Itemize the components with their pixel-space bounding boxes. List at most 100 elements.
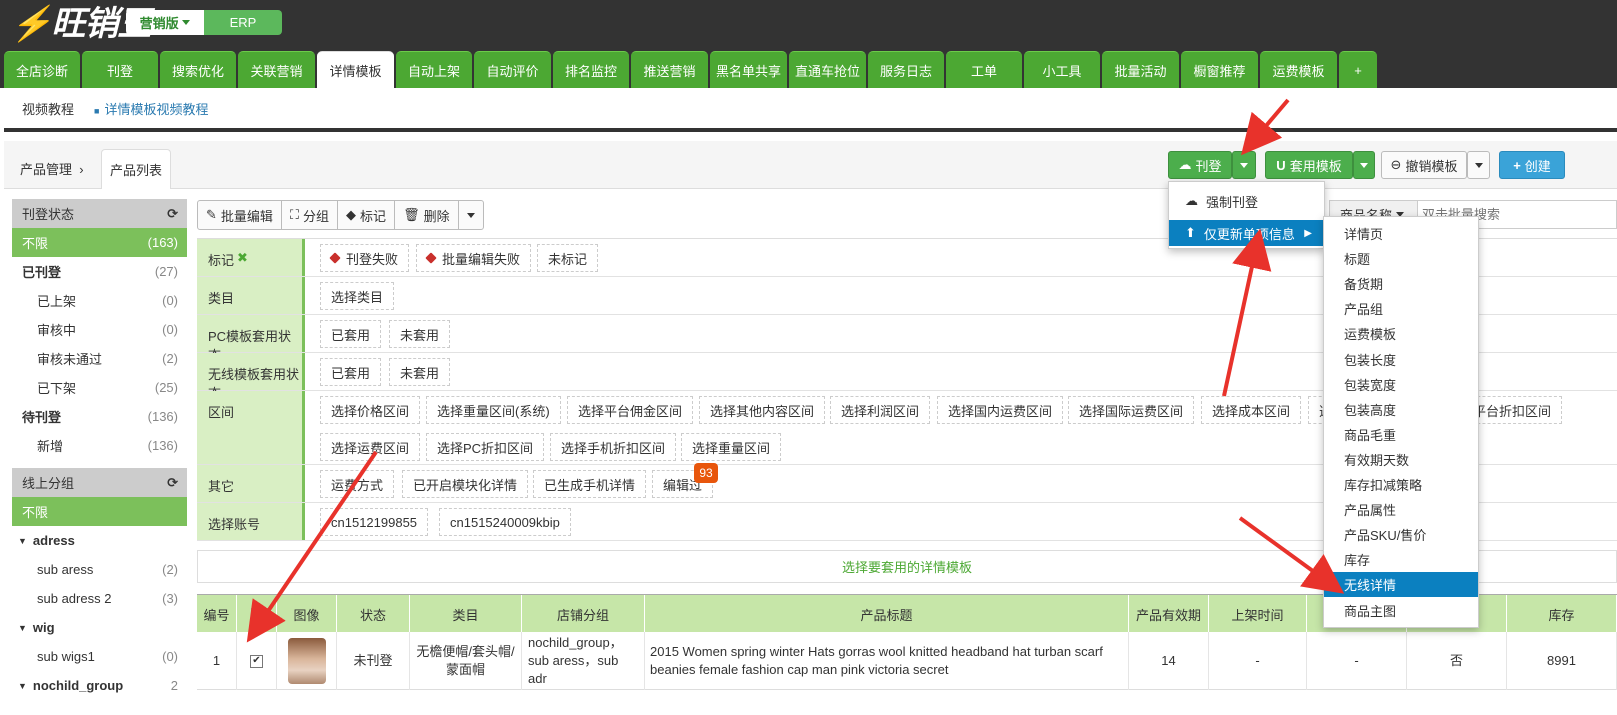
caret-down-icon[interactable]: ▼ — [18, 681, 27, 691]
filter-chip[interactable]: 选择重量区间(系统) — [426, 396, 561, 424]
submenu-item[interactable]: 标题 — [1324, 246, 1478, 271]
tab-4[interactable]: 关联营销 — [238, 51, 315, 88]
more-dropdown-toggle[interactable] — [459, 201, 483, 229]
checkbox-checked[interactable]: ✔ — [250, 654, 263, 668]
filter-chip[interactable]: 已开启模块化详情 — [402, 470, 529, 498]
filter-chip[interactable]: 批量编辑失败 — [416, 244, 532, 272]
breadcrumb-current[interactable]: 产品列表 — [101, 149, 171, 189]
edition-erp[interactable]: ERP — [204, 10, 282, 35]
sidebar-item[interactable]: ▼ adress — [12, 526, 187, 555]
sidebar-item[interactable]: sub aress (2) — [12, 555, 187, 584]
filter-chip[interactable]: 选择运费区间 — [320, 433, 421, 461]
submenu-item[interactable]: 备货期 — [1324, 271, 1478, 296]
refresh-icon[interactable]: ⟳ — [167, 475, 178, 491]
delete-button[interactable]: 🗑 删除 — [395, 201, 459, 229]
tab-1[interactable]: 全店诊断 — [4, 51, 80, 88]
tab-17[interactable]: 运费模板 — [1260, 51, 1337, 88]
update-single-item[interactable]: ⬆ 仅更新单项信息 ▶ — [1169, 220, 1324, 246]
tab-13[interactable]: 工单 — [946, 51, 1022, 88]
sidebar-item[interactable]: 待刊登 (136) — [12, 402, 187, 431]
submenu-item[interactable]: 运费模板 — [1324, 321, 1478, 346]
filter-chip[interactable]: cn1515240009kbip — [439, 508, 571, 536]
publish-button[interactable]: ☁ 刊登 — [1168, 151, 1232, 179]
refresh-icon[interactable]: ⟳ — [167, 206, 178, 222]
mark-button[interactable]: ◆ 标记 — [338, 201, 396, 229]
tab-12[interactable]: 服务日志 — [868, 51, 944, 88]
filter-chip[interactable]: 已套用 — [320, 320, 382, 348]
tab-18[interactable]: + — [1339, 51, 1377, 88]
filter-chip[interactable]: 选择国际运费区间 — [1068, 396, 1195, 424]
submenu-item[interactable]: 有效期天数 — [1324, 447, 1478, 472]
filter-chip[interactable]: cn1512199855 — [320, 508, 429, 536]
submenu-item[interactable]: 产品SKU/售价 — [1324, 522, 1478, 547]
tab-7[interactable]: 自动评价 — [474, 51, 551, 88]
apply-template-dropdown-toggle[interactable] — [1353, 151, 1375, 179]
filter-chip[interactable]: 选择PC折扣区间 — [426, 433, 545, 461]
tab-10[interactable]: 黑名单共享 — [710, 51, 787, 88]
tab-15[interactable]: 批量活动 — [1102, 51, 1179, 88]
revoke-template-button[interactable]: ⊖ 撤销模板 — [1381, 151, 1467, 179]
breadcrumb-parent[interactable]: 产品管理 › — [20, 159, 84, 178]
revoke-template-dropdown-toggle[interactable] — [1467, 151, 1490, 179]
sidebar-item[interactable]: 已上架 (0) — [12, 286, 187, 315]
filter-chip[interactable]: 选择成本区间 — [1201, 396, 1302, 424]
submenu-item[interactable]: 包装高度 — [1324, 397, 1478, 422]
row-checkbox[interactable]: ✔ — [237, 632, 277, 690]
sidebar-item[interactable]: sub adress 2 (3) — [12, 584, 187, 613]
filter-chip[interactable]: 刊登失败 — [320, 244, 410, 272]
filter-chip[interactable]: 选择其他内容区间 — [699, 396, 826, 424]
filter-chip[interactable]: 选择平台佣金区间 — [567, 396, 694, 424]
submenu-item[interactable]: 库存扣减策略 — [1324, 472, 1478, 497]
submenu-item[interactable]: 商品毛重 — [1324, 422, 1478, 447]
filter-chip[interactable]: 选择类目 — [320, 282, 395, 310]
sidebar-item[interactable]: 新增 (136) — [12, 431, 187, 460]
batch-edit-button[interactable]: ✎ 批量编辑 — [198, 201, 282, 229]
clear-x-icon[interactable]: ✖ — [237, 250, 248, 266]
tab-9[interactable]: 推送营销 — [631, 51, 708, 88]
filter-chip[interactable]: 选择国内运费区间 — [937, 396, 1064, 424]
filter-chip[interactable]: 运费方式 — [320, 470, 395, 498]
filter-chip[interactable]: 选择价格区间 — [320, 396, 421, 424]
create-button[interactable]: + 创建 — [1499, 151, 1565, 179]
sidebar-item[interactable]: 已刊登 (27) — [12, 257, 187, 286]
detail-tutorial-link[interactable]: 详情模板视频教程 — [94, 99, 208, 118]
submenu-item[interactable]: 详情页 — [1324, 221, 1478, 246]
caret-down-icon[interactable]: ▼ — [18, 536, 27, 546]
submenu-item[interactable]: 产品组 — [1324, 296, 1478, 321]
filter-chip[interactable]: 已生成手机详情 — [533, 470, 647, 498]
submenu-item[interactable]: 包装宽度 — [1324, 372, 1478, 397]
tab-5[interactable]: 详情模板 — [317, 51, 394, 88]
sidebar-item[interactable]: 审核未通过 (2) — [12, 344, 187, 373]
edition-marketing[interactable]: 营销版 — [126, 10, 204, 35]
select-all-checkbox[interactable] — [250, 608, 263, 620]
filter-chip[interactable]: 选择利润区间 — [830, 396, 931, 424]
filter-chip[interactable]: 已套用 — [320, 358, 382, 386]
filter-chip[interactable]: 选择手机折扣区间 — [550, 433, 677, 461]
filter-chip[interactable]: 未套用 — [389, 358, 451, 386]
submenu-item[interactable]: 产品属性 — [1324, 497, 1478, 522]
tab-6[interactable]: 自动上架 — [396, 51, 472, 88]
sidebar-item[interactable]: 不限 (163) — [12, 228, 187, 257]
sidebar-item[interactable]: sub wigs1 (0) — [12, 642, 187, 671]
sidebar-item[interactable]: ▼ wig — [12, 613, 187, 642]
tab-3[interactable]: 搜索优化 — [160, 51, 236, 88]
product-thumbnail[interactable] — [287, 638, 326, 684]
sidebar-item[interactable]: 已下架 (25) — [12, 373, 187, 402]
submenu-item[interactable]: 库存 — [1324, 547, 1478, 572]
publish-dropdown-toggle[interactable] — [1232, 151, 1256, 179]
caret-down-icon[interactable]: ▼ — [18, 623, 27, 633]
tab-8[interactable]: 排名监控 — [553, 51, 629, 88]
filter-chip[interactable]: 未标记 — [537, 244, 599, 272]
submenu-item[interactable]: 无线详情 — [1324, 572, 1478, 598]
edition-switch[interactable]: 营销版 ERP — [126, 10, 282, 35]
submenu-item[interactable]: 包装长度 — [1324, 347, 1478, 372]
tab-16[interactable]: 橱窗推荐 — [1181, 51, 1258, 88]
group-button[interactable]: ⛶ 分组 — [282, 201, 339, 229]
filter-chip[interactable]: 选择重量区间 — [681, 433, 782, 461]
force-publish-item[interactable]: ☁ 强制刊登 — [1169, 188, 1324, 214]
sidebar-item[interactable]: 不限 — [12, 497, 187, 526]
sidebar-item[interactable]: ▼ nochild_group 2 — [12, 671, 187, 700]
submenu-item[interactable]: 商品主图 — [1324, 598, 1478, 623]
tab-14[interactable]: 小工具 — [1024, 51, 1100, 88]
sidebar-item[interactable]: 审核中 (0) — [12, 315, 187, 344]
